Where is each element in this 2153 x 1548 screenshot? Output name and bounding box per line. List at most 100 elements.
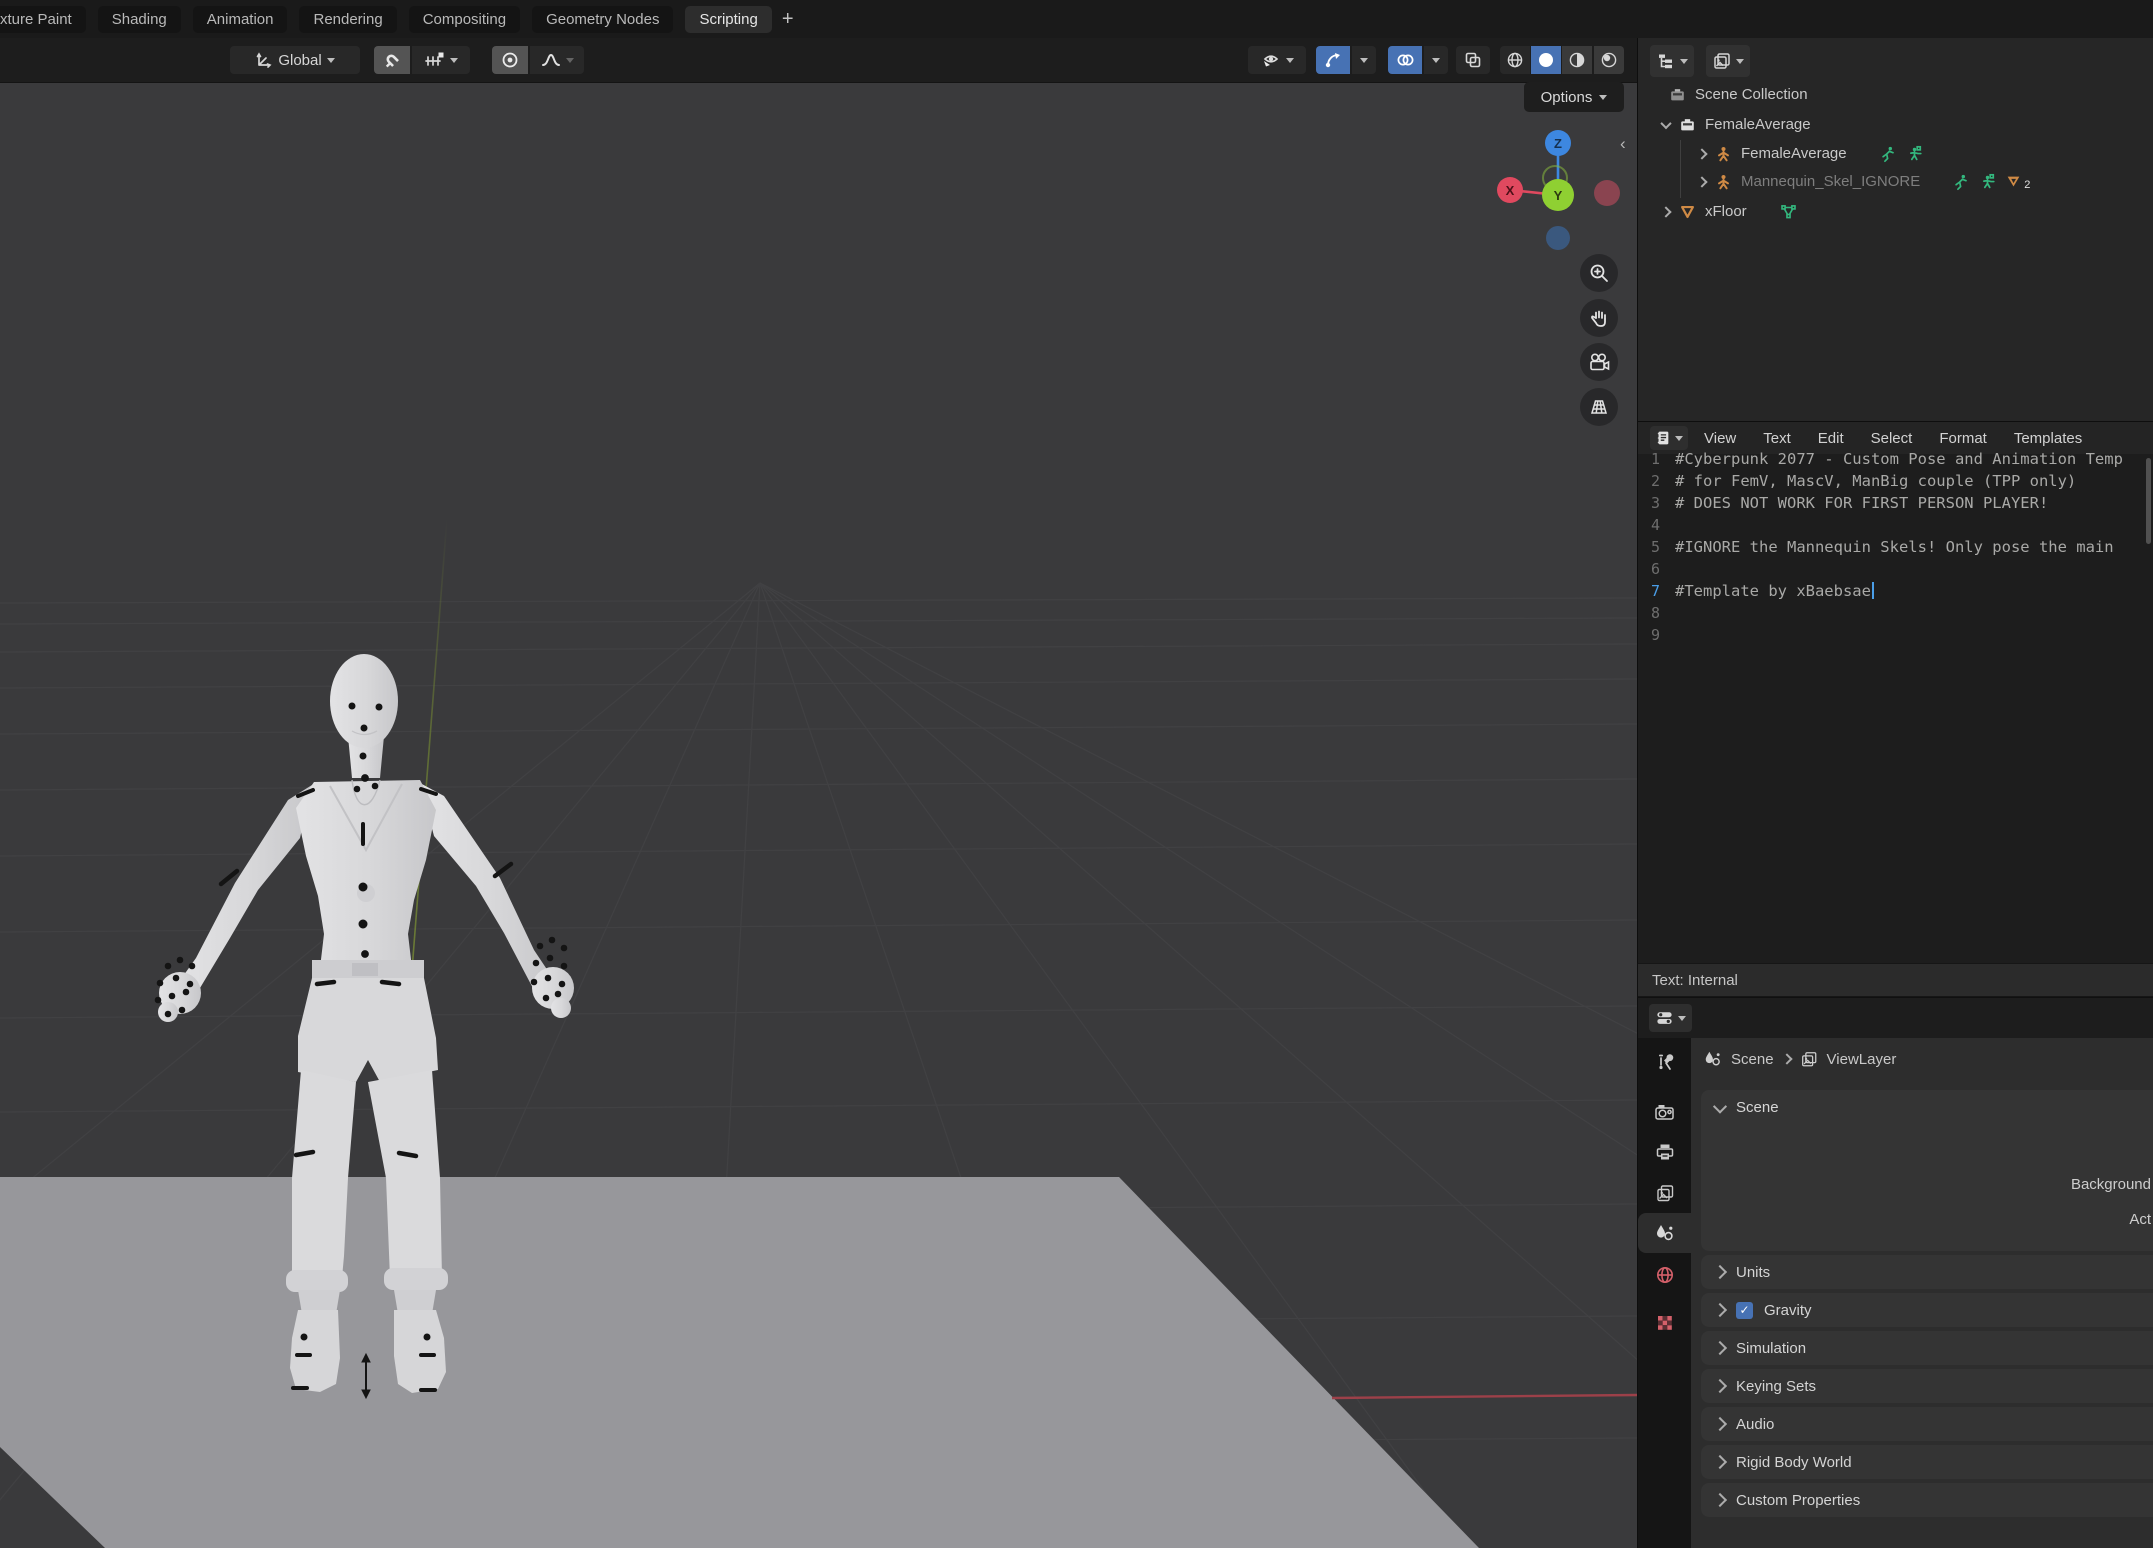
axis-minus-x-ball[interactable]	[1594, 180, 1620, 206]
outliner-filter-dropdown[interactable]	[1706, 45, 1750, 77]
panel-expand-chevron[interactable]	[1713, 1265, 1727, 1279]
camera-view-button[interactable]	[1580, 343, 1618, 381]
line-number: 6	[1638, 560, 1660, 578]
tree-chevron-icon[interactable]	[1660, 117, 1671, 128]
tab-output[interactable]	[1638, 1132, 1691, 1172]
viewport-canvas[interactable]	[0, 38, 1637, 1548]
active-clip-label: Act	[2129, 1211, 2151, 1228]
menu-templates[interactable]: Templates	[2014, 430, 2082, 447]
gizmos-toggle[interactable]	[1316, 46, 1350, 74]
tab-tool[interactable]	[1638, 1043, 1691, 1083]
transform-orientation-dropdown[interactable]: Global	[230, 46, 360, 74]
shading-wireframe-button[interactable]	[1500, 46, 1530, 74]
editor-type-dropdown[interactable]	[1649, 1004, 1692, 1032]
menu-text[interactable]: Text	[1763, 430, 1791, 447]
outliner-row-femaleaverage[interactable]: FemaleAverage	[1638, 110, 2153, 139]
shading-rendered-button[interactable]	[1594, 46, 1624, 74]
outliner-display-mode-dropdown[interactable]	[1650, 45, 1694, 77]
line-text: #IGNORE the Mannequin Skels! Only pose t…	[1675, 538, 2114, 556]
panel-keying-sets[interactable]: Keying Sets	[1701, 1369, 2153, 1403]
visibility-filter-dropdown[interactable]	[1248, 46, 1306, 74]
pose-icon[interactable]	[1978, 173, 1997, 191]
panel-simulation[interactable]: Simulation	[1701, 1331, 2153, 1365]
mesh-data-icon[interactable]	[1779, 203, 1798, 221]
world-globe-icon	[1655, 1265, 1675, 1285]
viewport-3d[interactable]: Global	[0, 38, 1637, 1548]
workspace-tab-animation[interactable]: Animation	[193, 6, 288, 33]
code-area[interactable]: 1#Cyberpunk 2077 - Custom Pose and Anima…	[1638, 448, 2153, 646]
options-dropdown[interactable]: Options	[1524, 82, 1624, 112]
panel-expand-chevron[interactable]	[1713, 1341, 1727, 1355]
breadcrumb-viewlayer[interactable]: ViewLayer	[1827, 1051, 1897, 1068]
shading-material-button[interactable]	[1562, 46, 1592, 74]
menu-select[interactable]: Select	[1871, 430, 1913, 447]
overlays-dropdown[interactable]	[1424, 46, 1448, 74]
hand-icon	[1588, 307, 1610, 329]
workspace-tab-xture-paint[interactable]: xture Paint	[0, 6, 86, 33]
outliner-item-label: FemaleAverage	[1705, 116, 1811, 133]
overlays-toggle[interactable]	[1388, 46, 1422, 74]
armature-data-icon[interactable]	[1879, 145, 1898, 163]
panel-custom-properties[interactable]: Custom Properties	[1701, 1483, 2153, 1517]
pose-icon[interactable]	[1905, 145, 1924, 163]
text-editor-scrollbar[interactable]	[2146, 458, 2151, 544]
text-editor[interactable]: View Text Edit Select Format Templates 1#Cybe…	[1637, 421, 2153, 963]
badge-count: 2	[2024, 179, 2030, 191]
snap-toggle-button[interactable]	[374, 46, 410, 74]
panel-expand-chevron[interactable]	[1713, 1303, 1727, 1317]
outliner-row-femaleaverage[interactable]: FemaleAverage	[1638, 139, 2153, 168]
outliner-editor[interactable]: Scene Collection FemaleAverage FemaleAvera…	[1637, 38, 2153, 421]
tree-chevron-icon[interactable]	[1696, 148, 1707, 159]
panel-expand-chevron[interactable]	[1713, 1417, 1727, 1431]
tree-chevron-icon[interactable]	[1660, 206, 1671, 217]
workspace-tab-rendering[interactable]: Rendering	[299, 6, 396, 33]
workspace-tab-shading[interactable]: Shading	[98, 6, 181, 33]
proportional-falloff-dropdown[interactable]	[530, 46, 584, 74]
panel-expand-chevron[interactable]	[1713, 1099, 1727, 1113]
workspace-tab-compositing[interactable]: Compositing	[409, 6, 520, 33]
axis-minus-z-ball[interactable]	[1546, 226, 1570, 250]
mesh-count-icon[interactable]	[2004, 173, 2023, 191]
navigation-axis-gizmo[interactable]: Z X Y	[1480, 120, 1630, 260]
pan-button[interactable]	[1580, 299, 1618, 337]
gravity-checkbox[interactable]: ✓	[1736, 1302, 1753, 1319]
add-workspace-button[interactable]: +	[782, 9, 794, 29]
tab-texture[interactable]	[1638, 1303, 1691, 1343]
outliner-row-xfloor[interactable]: xFloor	[1638, 197, 2153, 226]
render-camera-icon	[1654, 1102, 1675, 1122]
editor-type-dropdown[interactable]	[1650, 426, 1688, 450]
workspace-tab-scripting[interactable]: Scripting	[685, 6, 771, 33]
xray-toggle[interactable]	[1456, 46, 1490, 74]
proportional-editing-toggle[interactable]	[492, 46, 528, 74]
scene-panel[interactable]: Scene Background Act	[1701, 1090, 2153, 1251]
menu-view[interactable]: View	[1704, 430, 1736, 447]
magnet-icon	[383, 51, 401, 69]
tab-scene[interactable]	[1638, 1213, 1691, 1253]
properties-editor[interactable]: Scene ViewLayer Scene Background Act Uni…	[1637, 998, 2153, 1548]
panel-rigid-body-world[interactable]: Rigid Body World	[1701, 1445, 2153, 1479]
outliner-row-mannequin-skel-ignore[interactable]: Mannequin_Skel_IGNORE2	[1638, 167, 2153, 196]
tab-render[interactable]	[1638, 1092, 1691, 1132]
shading-solid-button[interactable]	[1531, 46, 1561, 74]
orthographic-grid-button[interactable]	[1580, 388, 1618, 426]
gizmos-dropdown[interactable]	[1352, 46, 1376, 74]
tab-view-layer[interactable]	[1638, 1173, 1691, 1213]
snap-target-dropdown[interactable]	[412, 46, 470, 74]
outliner-row-scene-collection[interactable]: Scene Collection	[1638, 80, 2153, 109]
chevron-down-icon	[1599, 95, 1607, 100]
menu-format[interactable]: Format	[1939, 430, 1987, 447]
panel-expand-chevron[interactable]	[1713, 1379, 1727, 1393]
panel-expand-chevron[interactable]	[1713, 1493, 1727, 1507]
armature-data-icon[interactable]	[1952, 173, 1971, 191]
workspace-tab-geometry-nodes[interactable]: Geometry Nodes	[532, 6, 673, 33]
panel-audio[interactable]: Audio	[1701, 1407, 2153, 1441]
tree-chevron-icon[interactable]	[1696, 176, 1707, 187]
tab-world[interactable]	[1638, 1255, 1691, 1295]
zoom-button[interactable]	[1580, 254, 1618, 292]
menu-edit[interactable]: Edit	[1818, 430, 1844, 447]
panel-gravity[interactable]: ✓Gravity	[1701, 1293, 2153, 1327]
breadcrumb-scene[interactable]: Scene	[1731, 1051, 1774, 1068]
panel-expand-chevron[interactable]	[1713, 1455, 1727, 1469]
panel-units[interactable]: Units	[1701, 1255, 2153, 1289]
view-layer-images-icon	[1655, 1183, 1675, 1203]
